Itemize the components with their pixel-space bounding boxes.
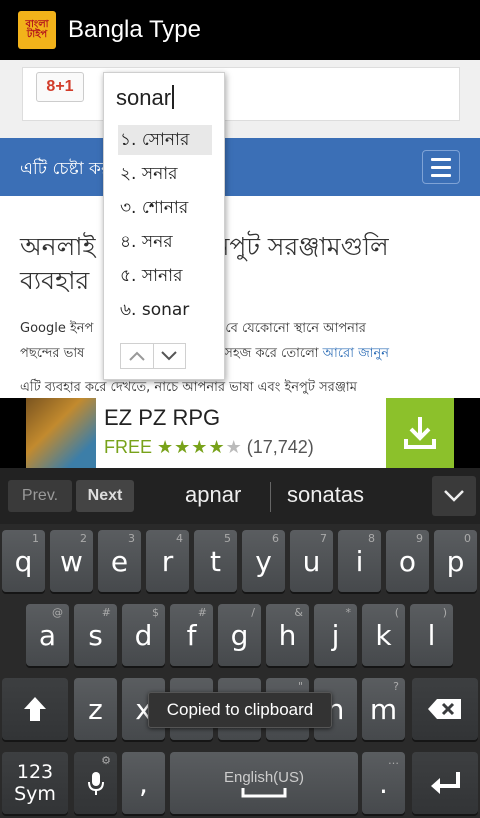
download-icon[interactable]: [386, 398, 454, 468]
suggestion-nav: [120, 343, 186, 369]
heading-part-1: অনলাই: [20, 232, 96, 261]
key-l[interactable]: ) l: [410, 604, 453, 666]
key-d[interactable]: $ d: [122, 604, 165, 666]
game-thumbnail: [26, 398, 96, 468]
app-title: Bangla Type: [68, 16, 201, 43]
microphone-icon: [87, 772, 104, 795]
suggestion-item[interactable]: ৬. sonar: [118, 295, 212, 325]
try-it-label: এটি চেষ্টা কর: [20, 159, 111, 179]
transliteration-popup: sonar ১. সোনার ২. সনার ৩. শোনার ৪. সনর ৫…: [103, 72, 225, 380]
action-bar: বাংলা টাইপ Bangla Type: [0, 0, 480, 60]
ad-reviews: (17,742): [246, 437, 314, 457]
space-key[interactable]: English(US): [170, 752, 358, 814]
instruction-text: এটি ব্যবহার করে দেখতে, নাচে আপনার ভাষা এ…: [20, 380, 357, 395]
para-part-4: সহজ করে তোলো: [224, 346, 319, 361]
google-plus-button[interactable]: 8+1: [36, 72, 84, 102]
chevron-down-icon[interactable]: [154, 344, 186, 368]
key-q[interactable]: 1q: [2, 530, 45, 592]
suggestion-divider: [270, 482, 271, 512]
learn-more-link[interactable]: আরো জানুন: [323, 346, 389, 361]
app-icon-label: বাংলা টাইপ: [25, 19, 49, 40]
top-strip: 8+1: [0, 60, 480, 138]
key-p[interactable]: 0p: [434, 530, 477, 592]
ad-banner[interactable]: EZ PZ RPG FREE ★★★★★ (17,742): [0, 398, 480, 468]
settings-hint-icon: ⚙: [101, 754, 111, 767]
space-language-label: English(US): [223, 768, 305, 786]
ad-card[interactable]: EZ PZ RPG FREE ★★★★★ (17,742): [26, 398, 454, 468]
key-z[interactable]: z: [74, 678, 117, 740]
backspace-icon: [428, 699, 461, 719]
key-j[interactable]: * j: [314, 604, 357, 666]
soft-keyboard: Prev. Next apnar sonatas 1q 2w 3e 4r 5t …: [0, 468, 480, 818]
key-o[interactable]: 9o: [386, 530, 429, 592]
para-part-1: Google ইনপ: [20, 321, 94, 336]
key-g[interactable]: / g: [218, 604, 261, 666]
suggestion-item[interactable]: ২. সনার: [118, 159, 212, 189]
backspace-key[interactable]: [412, 678, 478, 740]
popup-input[interactable]: sonar: [116, 85, 175, 111]
text-caret: [172, 85, 175, 109]
chevron-up-icon[interactable]: [121, 344, 154, 368]
para-part-3: পছন্দের ভাষ: [20, 346, 85, 361]
key-y[interactable]: 6y: [242, 530, 285, 592]
ad-title: EZ PZ RPG: [104, 405, 221, 430]
suggestion-item[interactable]: ৪. সনর: [118, 227, 212, 257]
shift-key[interactable]: [2, 678, 68, 740]
enter-icon: [431, 772, 460, 794]
symbols-key[interactable]: 123 Sym: [2, 752, 68, 814]
key-k[interactable]: (k: [362, 604, 405, 666]
space-bar-icon: [241, 787, 287, 797]
keyboard-suggestion[interactable]: apnar: [185, 482, 241, 508]
translit-input-box[interactable]: [22, 67, 460, 121]
rating-stars: ★★★★: [157, 437, 226, 457]
ad-subtitle: FREE ★★★★★ (17,742): [104, 437, 314, 458]
rating-star-empty: ★: [225, 437, 242, 457]
para-part-2: বে যেকোনো স্থানে আপনার: [225, 321, 366, 336]
suggestion-item[interactable]: ৫. সানার: [118, 261, 212, 291]
enter-key[interactable]: [412, 752, 478, 814]
key-t[interactable]: 5t: [194, 530, 237, 592]
page-heading: অনলাই ইনপুট সরঞ্জামগুলি ব্যবহার: [20, 230, 460, 298]
key-s[interactable]: # s: [74, 604, 117, 666]
key-u[interactable]: 7u: [290, 530, 333, 592]
comma-key[interactable]: ,: [122, 752, 165, 814]
keyboard-suggestion[interactable]: sonatas: [287, 482, 364, 508]
key-h[interactable]: & h: [266, 604, 309, 666]
heading-part-2: ইনপুট সরঞ্জামগুলি: [201, 232, 389, 261]
shift-arrow-icon: [24, 697, 46, 721]
key-r[interactable]: 4r: [146, 530, 189, 592]
voice-input-key[interactable]: ⚙: [74, 752, 117, 814]
next-button[interactable]: Next: [76, 480, 134, 512]
suggestion-item[interactable]: ৩. শোনার: [118, 193, 212, 223]
try-it-bar: এটি চেষ্টা কর: [0, 138, 480, 196]
key-m[interactable]: ? m: [362, 678, 405, 740]
intro-paragraph: Google ইনপ বে যেকোনো স্থানে আপনার পছন্দের…: [20, 316, 460, 366]
keyboard-suggestion-bar: Prev. Next apnar sonatas: [0, 468, 480, 524]
period-key[interactable]: ….: [362, 752, 405, 814]
hamburger-menu-icon[interactable]: [422, 150, 460, 184]
ad-price: FREE: [104, 437, 153, 457]
clipboard-toast: Copied to clipboard: [148, 692, 332, 728]
key-w[interactable]: 2w: [50, 530, 93, 592]
suggestion-item[interactable]: ১. সোনার: [118, 125, 212, 155]
web-content[interactable]: 8+1 এটি চেষ্টা কর অনলাই ইনপুট সরঞ্জামগুলি…: [0, 60, 480, 398]
key-e[interactable]: 3e: [98, 530, 141, 592]
bangla-app-icon: বাংলা টাইপ: [18, 11, 56, 49]
key-a[interactable]: @ a: [26, 604, 69, 666]
key-i[interactable]: 8i: [338, 530, 381, 592]
key-f[interactable]: # f: [170, 604, 213, 666]
prev-button[interactable]: Prev.: [8, 480, 72, 512]
heading-part-3: ব্যবহার: [20, 266, 90, 295]
chevron-down-icon[interactable]: [432, 476, 476, 516]
